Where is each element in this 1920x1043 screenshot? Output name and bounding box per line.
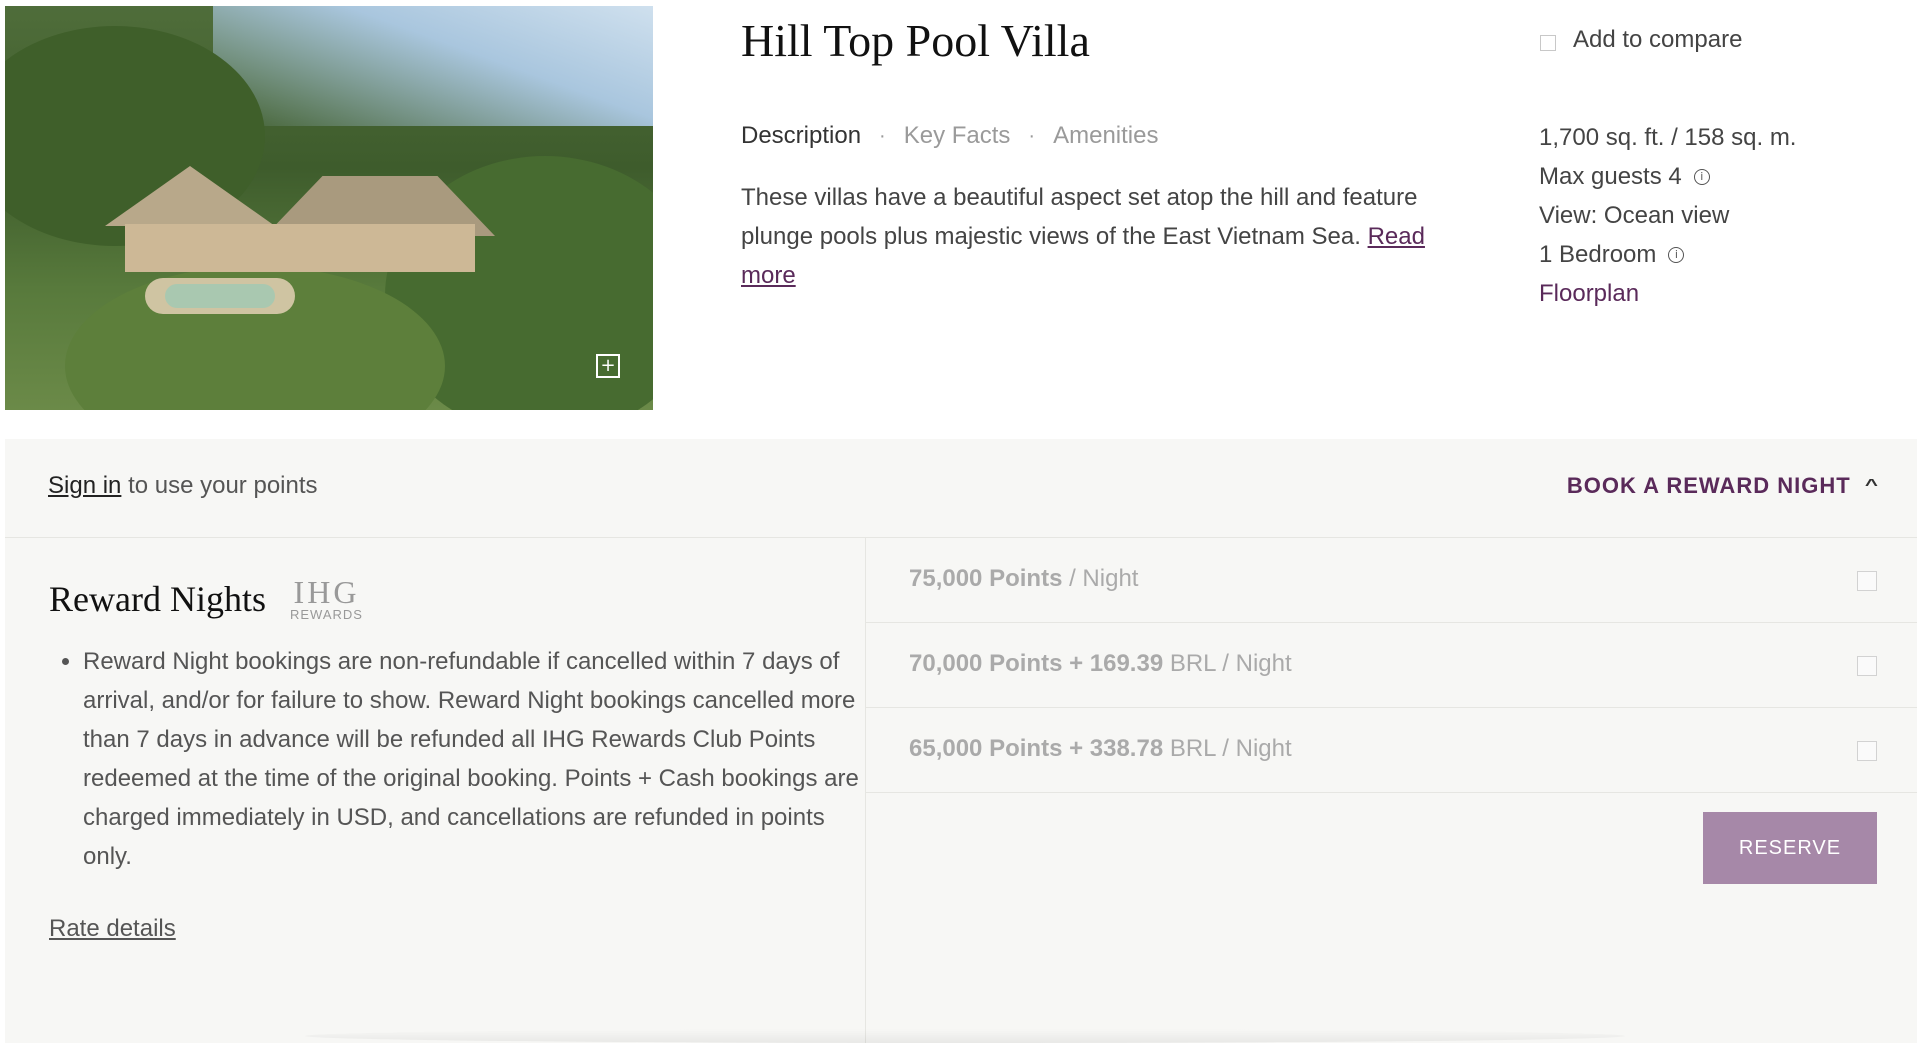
rate-option[interactable]: 75,000 Points / Night — [866, 538, 1917, 623]
rate-checkbox[interactable] — [1857, 741, 1877, 761]
rate-points: 70,000 Points + 169.39 — [909, 650, 1164, 677]
reward-policy-list: Reward Night bookings are non-refundable… — [49, 642, 863, 876]
signin-link[interactable]: Sign in — [48, 472, 121, 499]
photo-sky — [213, 6, 653, 126]
tab-separator: · — [1028, 124, 1036, 147]
rate-label: 75,000 Points / Night — [909, 565, 1138, 593]
panel-shadow — [305, 1029, 1625, 1043]
rate-checkbox[interactable] — [1857, 656, 1877, 676]
tab-separator: · — [879, 124, 886, 147]
rate-points: 75,000 Points — [909, 565, 1063, 592]
logo-subtext: REWARDS — [290, 607, 363, 622]
room-facts: 1,700 sq. ft. / 158 sq. m. Max guests 4 i… — [1539, 118, 1796, 313]
rate-unit: BRL / Night — [1163, 650, 1292, 677]
compare-label: Add to compare — [1573, 26, 1743, 53]
chevron-up-icon: ^ — [1864, 477, 1880, 494]
rate-checkbox[interactable] — [1857, 571, 1877, 591]
room-tabs: Description · Key Facts · Amenities — [741, 122, 1158, 150]
fact-size: 1,700 sq. ft. / 158 sq. m. — [1539, 118, 1796, 157]
reserve-button[interactable]: RESERVE — [1703, 812, 1877, 884]
fact-size-text: 1,700 sq. ft. / 158 sq. m. — [1539, 124, 1797, 151]
fact-view-text: View: Ocean view — [1539, 202, 1730, 229]
rate-unit: / Night — [1062, 565, 1139, 592]
rate-details-link[interactable]: Rate details — [49, 915, 176, 943]
book-reward-label: BOOK A REWARD NIGHT — [1566, 473, 1851, 498]
add-to-compare[interactable]: Add to compare — [1540, 26, 1742, 54]
reward-panel: Sign in to use your points BOOK A REWARD… — [5, 439, 1917, 1043]
reward-info: Reward Nights IHG REWARDS Reward Night b… — [5, 538, 866, 1043]
rate-option[interactable]: 70,000 Points + 169.39 BRL / Night — [866, 623, 1917, 708]
signin-prompt: Sign in to use your points — [48, 472, 318, 500]
room-title: Hill Top Pool Villa — [741, 15, 1090, 66]
rate-label: 65,000 Points + 338.78 BRL / Night — [909, 735, 1292, 763]
fact-guests-text: Max guests 4 — [1539, 163, 1682, 190]
info-icon[interactable]: i — [1668, 246, 1685, 263]
logo-text: IHG — [293, 574, 360, 610]
info-icon[interactable]: i — [1693, 168, 1710, 185]
expand-icon[interactable]: + — [596, 354, 620, 378]
rate-points: 65,000 Points + 338.78 — [909, 735, 1164, 762]
tab-key-facts[interactable]: Key Facts — [904, 122, 1011, 150]
rate-label: 70,000 Points + 169.39 BRL / Night — [909, 650, 1292, 678]
description-text: These villas have a beautiful aspect set… — [741, 184, 1418, 250]
fact-view: View: Ocean view — [1539, 196, 1796, 235]
signin-text: to use your points — [128, 472, 318, 499]
tab-description[interactable]: Description — [741, 122, 861, 150]
fact-guests: Max guests 4 i — [1539, 157, 1796, 196]
book-reward-night-toggle[interactable]: BOOK A REWARD NIGHT ^ — [1566, 473, 1880, 499]
reward-panel-header: Sign in to use your points BOOK A REWARD… — [5, 439, 1917, 538]
room-description: These villas have a beautiful aspect set… — [741, 178, 1441, 295]
reward-rates: 75,000 Points / Night 70,000 Points + 16… — [866, 538, 1917, 1043]
floorplan-link[interactable]: Floorplan — [1539, 274, 1796, 313]
reward-policy-item: Reward Night bookings are non-refundable… — [83, 642, 863, 876]
villa-body — [125, 224, 475, 272]
ihg-rewards-logo: IHG REWARDS — [290, 576, 363, 622]
compare-checkbox[interactable] — [1540, 35, 1556, 51]
tab-amenities[interactable]: Amenities — [1053, 122, 1158, 150]
rate-option[interactable]: 65,000 Points + 338.78 BRL / Night — [866, 708, 1917, 793]
reward-title: Reward Nights — [49, 579, 266, 619]
room-photo[interactable]: + — [5, 6, 653, 410]
fact-bedroom: 1 Bedroom i — [1539, 235, 1796, 274]
fact-bedroom-text: 1 Bedroom — [1539, 241, 1657, 268]
villa-pool — [165, 284, 275, 308]
rate-unit: BRL / Night — [1163, 735, 1292, 762]
